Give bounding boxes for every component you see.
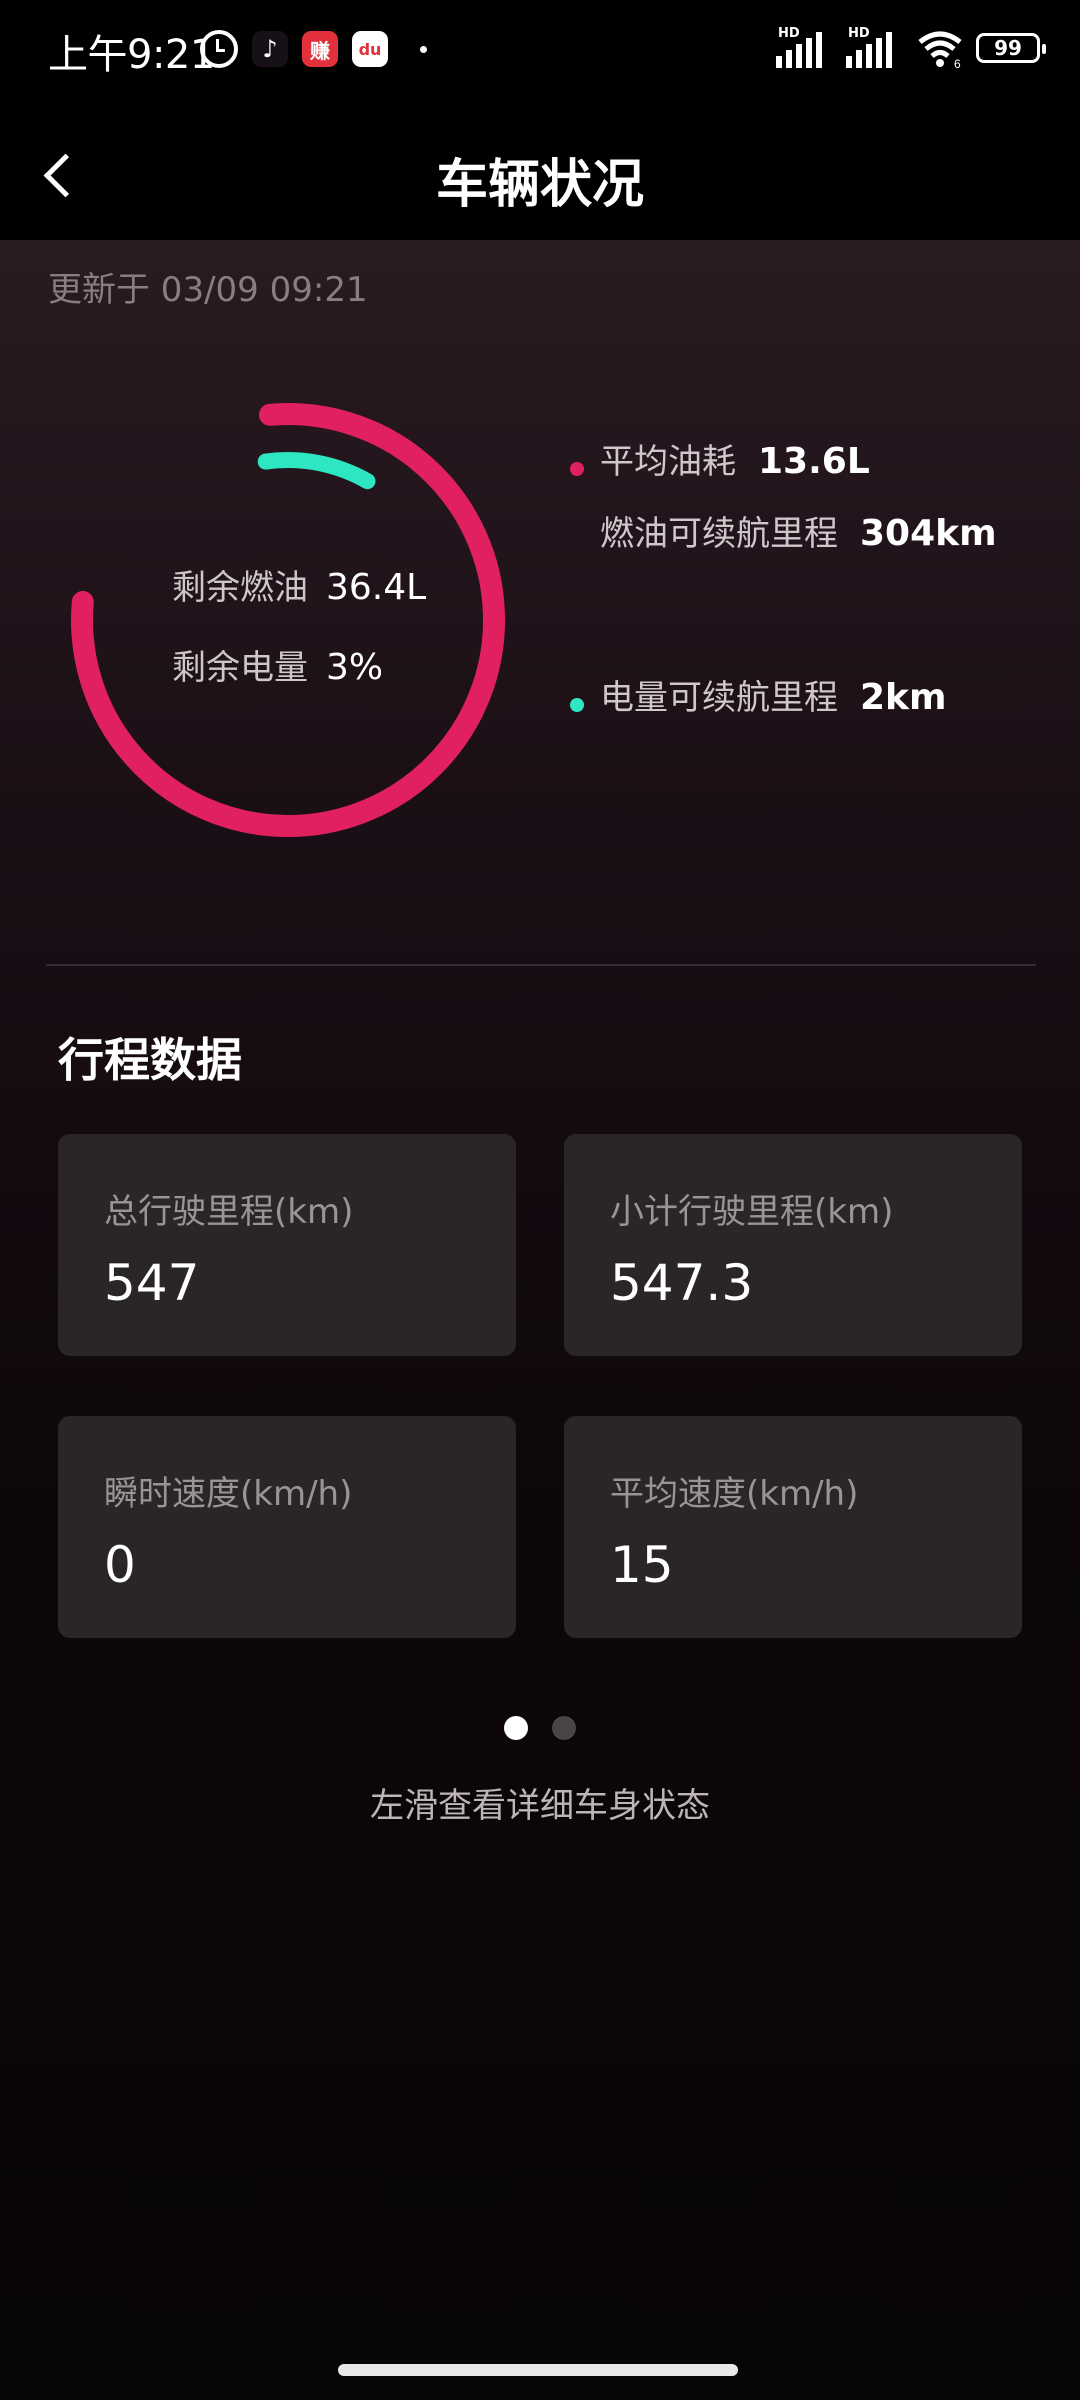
wifi-band-label: 6: [954, 57, 961, 68]
electric-range-value: 2km: [860, 677, 947, 718]
system-indicators: HD HD 6 99: [776, 26, 1046, 68]
card-value: 547: [104, 1254, 200, 1312]
remaining-fuel-value: 36.4L: [326, 567, 427, 608]
total-mileage-card[interactable]: 总行驶里程(km) 547: [58, 1134, 516, 1356]
card-label: 平均速度(km/h): [610, 1474, 859, 1514]
avg-fuel-consumption: 平均油耗 13.6L: [600, 434, 870, 483]
fuel-arc: [71, 403, 506, 838]
remaining-battery: 剩余电量 3%: [172, 640, 383, 689]
battery-arc: [257, 452, 376, 490]
avg-fuel-value: 13.6L: [758, 441, 870, 482]
du-app-icon: du: [352, 31, 388, 67]
earn-app-icon: 赚: [302, 31, 338, 67]
signal-icon: HD: [776, 26, 834, 68]
swipe-hint: 左滑查看详细车身状态: [370, 1786, 710, 1826]
page-title: 车辆状况: [435, 155, 644, 215]
fuel-range-label: 燃油可续航里程: [600, 514, 838, 554]
electric-range: 电量可续航里程 2km: [600, 670, 947, 719]
signal-icon-2: HD: [846, 26, 904, 68]
wifi-icon: 6: [918, 31, 962, 68]
page-dot-2[interactable]: [552, 1716, 576, 1740]
card-label: 小计行驶里程(km): [610, 1192, 894, 1232]
remaining-battery-value: 3%: [326, 647, 384, 688]
vehicle-status-page: 上午9:21 ♪ 赚 du HD HD 6 99 车辆状况 更新于 03/09 …: [0, 0, 1080, 2400]
trip-section-title: 行程数据: [58, 1033, 242, 1087]
avg-fuel-label: 平均油耗: [600, 442, 736, 482]
instant-speed-card[interactable]: 瞬时速度(km/h) 0: [58, 1416, 516, 1638]
avg-speed-card[interactable]: 平均速度(km/h) 15: [564, 1416, 1022, 1638]
card-value: 15: [610, 1536, 674, 1594]
page-indicator: [0, 1716, 1080, 1740]
more-notifications-dot: [420, 45, 427, 53]
divider: [46, 964, 1036, 966]
tiktok-icon: ♪: [252, 31, 288, 67]
energy-gauge: [71, 403, 506, 838]
battery-legend-dot: [570, 698, 584, 712]
card-label: 总行驶里程(km): [104, 1192, 354, 1232]
remaining-battery-label: 剩余电量: [172, 648, 308, 688]
trip-mileage-card[interactable]: 小计行驶里程(km) 547.3: [564, 1134, 1022, 1356]
fuel-legend-dot: [570, 462, 584, 476]
home-indicator[interactable]: [338, 2364, 738, 2376]
notification-icons: ♪ 赚 du: [200, 30, 427, 68]
fuel-range: 燃油可续航里程 304km: [600, 506, 997, 555]
card-value: 547.3: [610, 1254, 754, 1312]
fuel-range-value: 304km: [860, 513, 997, 554]
card-value: 0: [104, 1536, 136, 1594]
update-time: 更新于 03/09 09:21: [48, 270, 368, 310]
top-app-bar: 车辆状况: [0, 100, 1080, 240]
alarm-icon: [200, 30, 238, 68]
status-time: 上午9:21: [48, 32, 215, 78]
card-label: 瞬时速度(km/h): [104, 1474, 353, 1514]
battery-level: 99: [994, 36, 1022, 60]
status-bar: 上午9:21 ♪ 赚 du HD HD 6 99: [0, 0, 1080, 100]
page-dot-1[interactable]: [504, 1716, 528, 1740]
remaining-fuel: 剩余燃油 36.4L: [172, 560, 426, 609]
electric-range-label: 电量可续航里程: [600, 678, 838, 718]
battery-icon: 99: [976, 33, 1046, 63]
remaining-fuel-label: 剩余燃油: [172, 568, 308, 608]
